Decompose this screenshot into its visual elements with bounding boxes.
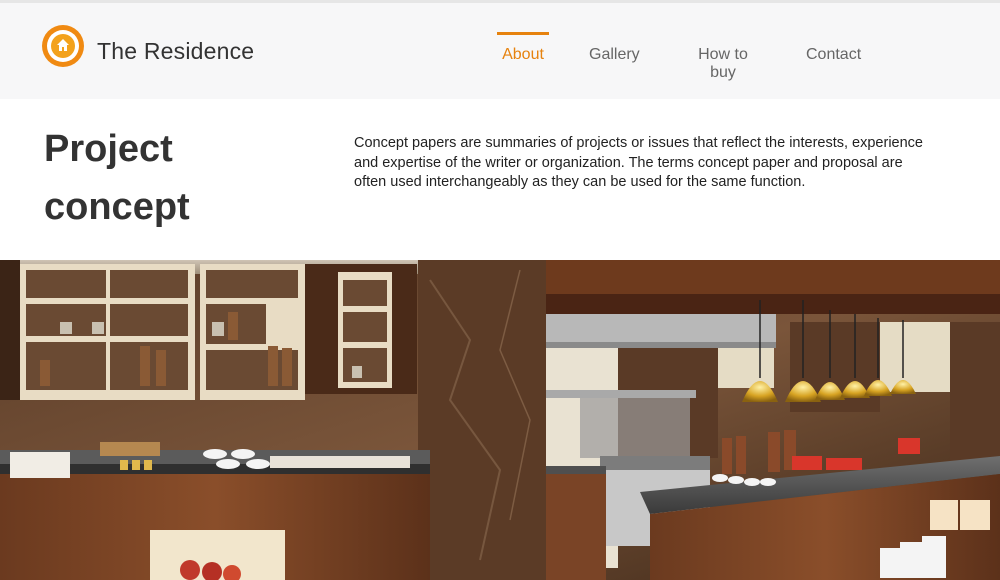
nav-about[interactable]: About bbox=[497, 32, 549, 72]
kitchen-photo bbox=[0, 260, 1000, 580]
hero-image bbox=[0, 260, 1000, 580]
title-line-1: Project bbox=[44, 128, 173, 170]
nav-how-to-buy[interactable]: How to buy bbox=[684, 32, 762, 81]
intro-paragraph: Concept papers are summaries of projects… bbox=[354, 135, 923, 190]
page-title: Project concept bbox=[44, 120, 190, 236]
main-nav: About Gallery How to buy Contact bbox=[0, 32, 1000, 81]
site-header: The Residence About Gallery How to buy C… bbox=[0, 3, 1000, 99]
nav-contact[interactable]: Contact bbox=[806, 32, 861, 72]
title-line-2: concept bbox=[44, 186, 190, 228]
nav-gallery[interactable]: Gallery bbox=[589, 32, 640, 72]
